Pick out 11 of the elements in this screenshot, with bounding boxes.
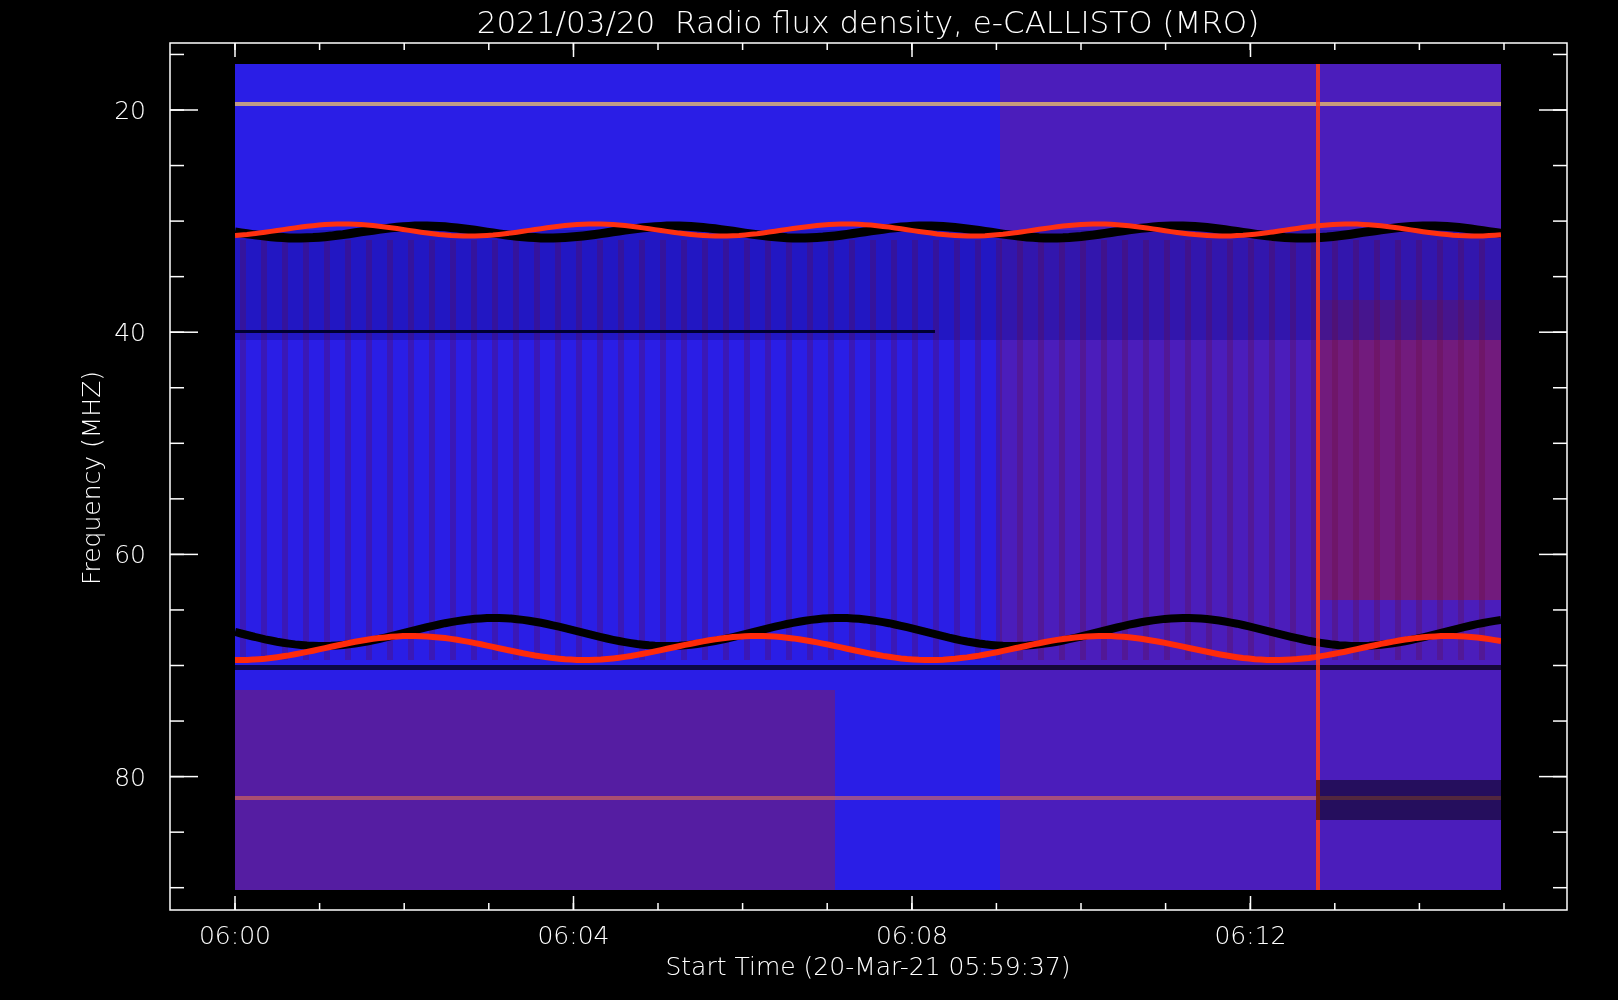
- tick-label: 06:04: [537, 921, 610, 950]
- tick-label: 60: [114, 540, 146, 570]
- tick-label: 40: [114, 318, 146, 348]
- chart-title: 2021/03/20 Radio flux density, e-CALLISTO (MRO): [476, 4, 1260, 40]
- tick-label: 80: [114, 762, 146, 792]
- tick-label: 06:12: [1214, 921, 1287, 950]
- tick-label: 06:00: [199, 921, 271, 950]
- axis-label: Start Time (20-Mar-21 05:59:37): [665, 952, 1071, 981]
- tick-label: 20: [114, 96, 146, 125]
- tick-label: 06:08: [876, 921, 948, 950]
- axis-label: Frequency (MHZ): [77, 370, 106, 586]
